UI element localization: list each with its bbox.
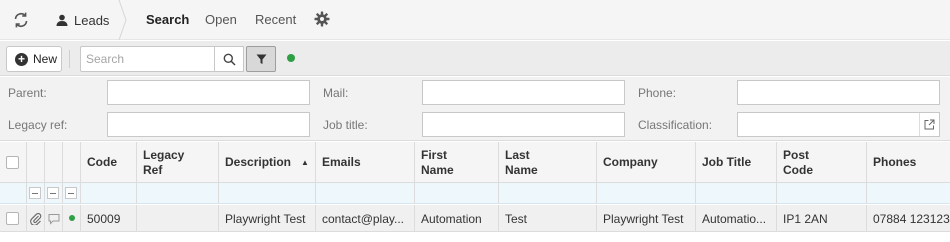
- grid-header: Code Legacy Ref Description ▲ Emails Fir…: [0, 142, 950, 183]
- plus-circle-icon: +: [15, 52, 28, 66]
- header-status-col: [63, 142, 81, 183]
- filter-toggle-button[interactable]: [246, 46, 276, 72]
- filter-cell-job-title[interactable]: [696, 183, 777, 204]
- search-input[interactable]: [80, 46, 215, 72]
- cell-last-name[interactable]: Test: [499, 205, 597, 232]
- cell-first-name[interactable]: Automation: [415, 205, 499, 232]
- paperclip-icon[interactable]: [27, 205, 45, 232]
- column-header-code[interactable]: Code: [81, 142, 137, 183]
- cell-phones[interactable]: 07884 123123: [867, 205, 950, 232]
- toolbar-divider: [69, 50, 70, 68]
- column-header-last-name[interactable]: Last Name: [499, 142, 597, 183]
- filter-row-select-cell: [0, 183, 27, 204]
- new-button[interactable]: + New: [6, 46, 62, 72]
- refresh-icon[interactable]: [11, 10, 31, 30]
- column-header-first-name[interactable]: First Name: [415, 142, 499, 183]
- cell-job-title[interactable]: Automatio...: [696, 205, 777, 232]
- classification-label: Classification:: [638, 118, 713, 132]
- filter-cell-phones[interactable]: [867, 183, 950, 204]
- tab-search[interactable]: Search: [146, 12, 189, 27]
- column-header-company[interactable]: Company: [597, 142, 696, 183]
- job-title-label: Job title:: [323, 118, 368, 132]
- column-header-phones[interactable]: Phones: [867, 142, 950, 183]
- filter-cell-code[interactable]: [81, 183, 137, 204]
- phone-field[interactable]: [737, 80, 940, 105]
- filter-cell-description[interactable]: [219, 183, 316, 204]
- filter-cell-legacy-ref[interactable]: [137, 183, 219, 204]
- filter-cell-emails[interactable]: [316, 183, 415, 204]
- row-status-cell: [63, 205, 81, 232]
- column-header-emails[interactable]: Emails: [316, 142, 415, 183]
- table-row[interactable]: 50009 Playwright Test contact@play... Au…: [0, 205, 950, 232]
- filter-row-note-cell: [45, 183, 63, 204]
- column-header-job-title[interactable]: Job Title: [696, 142, 777, 183]
- comment-icon[interactable]: [45, 205, 63, 232]
- grid-filter-row: [0, 183, 950, 204]
- column-header-post-code[interactable]: Post Code: [777, 142, 867, 183]
- cell-emails[interactable]: contact@play...: [316, 205, 415, 232]
- note-filter-toggle[interactable]: [47, 187, 59, 199]
- filter-row-status-cell: [63, 183, 81, 204]
- column-header-description-label: Description: [225, 155, 292, 169]
- column-header-legacy-ref[interactable]: Legacy Ref: [137, 142, 219, 183]
- user-icon: [56, 14, 68, 26]
- search-icon: [223, 53, 236, 66]
- mail-label: Mail:: [323, 86, 349, 100]
- header-attachment-col: [27, 142, 45, 183]
- phone-label: Phone:: [638, 86, 677, 100]
- mail-field[interactable]: [422, 80, 625, 105]
- filter-cell-last-name[interactable]: [499, 183, 597, 204]
- filter-cell-first-name[interactable]: [415, 183, 499, 204]
- leads-label: Leads: [74, 12, 110, 28]
- filter-row-attachment-cell: [27, 183, 45, 204]
- row-checkbox[interactable]: [6, 212, 19, 225]
- attachment-filter-toggle[interactable]: [29, 187, 41, 199]
- job-title-field[interactable]: [422, 112, 625, 137]
- search-button[interactable]: [214, 46, 244, 72]
- header-note-col: [45, 142, 63, 183]
- filter-icon: [256, 54, 266, 64]
- row-select-cell: [0, 205, 27, 232]
- tab-recent[interactable]: Recent: [255, 12, 296, 27]
- status-filter-toggle[interactable]: [65, 187, 77, 199]
- cell-post-code[interactable]: IP1 2AN: [777, 205, 867, 232]
- sort-ascending-icon: ▲: [301, 158, 309, 167]
- select-all-checkbox[interactable]: [6, 156, 19, 169]
- top-nav: Leads Search Open Recent: [0, 0, 950, 40]
- leads-module-link[interactable]: Leads: [56, 11, 109, 29]
- breadcrumb-separator: [118, 0, 127, 40]
- status-indicator-dot: [287, 54, 295, 62]
- tab-open[interactable]: Open: [205, 12, 237, 27]
- toolbar: + New: [0, 41, 950, 76]
- parent-label: Parent:: [8, 86, 47, 100]
- classification-field[interactable]: [737, 112, 940, 137]
- header-select-cell: [0, 142, 27, 183]
- cell-description[interactable]: Playwright Test: [219, 205, 316, 232]
- column-header-description[interactable]: Description ▲: [219, 142, 316, 183]
- legacy-ref-field[interactable]: [107, 112, 310, 137]
- legacy-ref-label: Legacy ref:: [8, 118, 68, 132]
- parent-field[interactable]: [107, 80, 310, 105]
- cell-code[interactable]: 50009: [81, 205, 137, 232]
- cell-legacy-ref[interactable]: [137, 205, 219, 232]
- row-status-dot: [69, 215, 75, 221]
- new-button-label: New: [33, 52, 58, 66]
- cell-company[interactable]: Playwright Test: [597, 205, 696, 232]
- gear-icon[interactable]: [314, 11, 330, 27]
- open-external-icon[interactable]: [919, 113, 939, 136]
- filter-cell-post-code[interactable]: [777, 183, 867, 204]
- filter-cell-company[interactable]: [597, 183, 696, 204]
